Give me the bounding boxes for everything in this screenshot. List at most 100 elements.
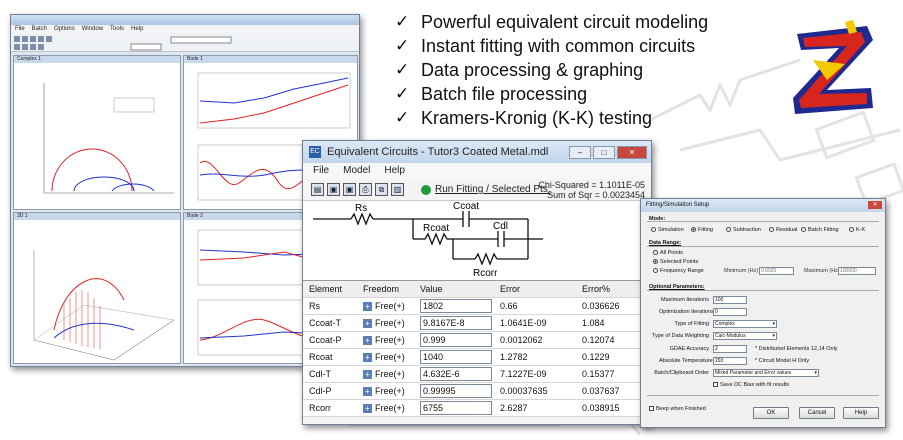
min-hz-input[interactable]: 0.0025 bbox=[759, 267, 794, 275]
toolbar: ▤ ▣ ▣ ⎙ ⧉ ▥ Run Fitting / Selected Pts. … bbox=[303, 179, 651, 201]
value-input[interactable]: 6755 bbox=[420, 401, 492, 415]
table-header: Element Freedom Value Error Error% bbox=[303, 281, 651, 298]
open-icon[interactable]: ▤ bbox=[311, 183, 324, 196]
plus-icon[interactable]: + bbox=[363, 369, 372, 379]
mode-subtraction[interactable]: Subtraction bbox=[726, 227, 761, 233]
chevron-down-icon: ▾ bbox=[814, 370, 817, 376]
freedom-cell[interactable]: + Free(+) bbox=[363, 335, 418, 345]
help-button[interactable]: Help bbox=[843, 407, 879, 419]
menu-item[interactable]: Help bbox=[131, 25, 143, 34]
freedom-cell[interactable]: + Free(+) bbox=[363, 352, 418, 362]
mode-residual[interactable]: Residual bbox=[769, 227, 797, 233]
max-iter-label: Maximum Iterations bbox=[661, 297, 709, 303]
fit-type-select[interactable]: Complex ▾ bbox=[713, 320, 777, 328]
freedom-cell[interactable]: + Free(+) bbox=[363, 318, 418, 328]
menu-item[interactable]: Options bbox=[54, 25, 75, 34]
label-rcoat: Rcoat bbox=[423, 223, 449, 234]
title-bar[interactable]: Fitting/Simulation Setup ✕ bbox=[641, 199, 885, 212]
chi-squared: Chi-Squared = 1.1011E-05 bbox=[538, 180, 645, 190]
export-icon[interactable]: ▥ bbox=[391, 183, 404, 196]
mode-simulation[interactable]: Simulation bbox=[651, 227, 684, 233]
plus-icon[interactable]: + bbox=[363, 386, 372, 396]
save-icon[interactable]: ▣ bbox=[327, 183, 340, 196]
copy-icon[interactable]: ⧉ bbox=[375, 183, 388, 196]
menu-bar: File Model Help bbox=[303, 163, 651, 179]
maximize-button[interactable]: □ bbox=[593, 145, 615, 159]
table-row[interactable]: Rs + Free(+) 1802 0.66 0.036626 bbox=[303, 298, 651, 315]
menu-model[interactable]: Model bbox=[343, 163, 370, 179]
value-cell: 0.99995 bbox=[418, 384, 494, 398]
close-button[interactable]: ✕ bbox=[868, 201, 882, 209]
error-cell: 1.2782 bbox=[500, 352, 528, 362]
table-row[interactable]: Cdl-T + Free(+) 4.632E-6 7.1227E-09 0.15377 bbox=[303, 366, 651, 383]
error-pct-cell: 0.037637 bbox=[582, 386, 620, 396]
run-fitting-button[interactable]: Run Fitting / Selected Pts. bbox=[421, 184, 551, 195]
value-input[interactable]: 0.999 bbox=[420, 333, 492, 347]
close-button[interactable]: ✕ bbox=[617, 145, 647, 159]
error-cell: 0.66 bbox=[500, 301, 518, 311]
menu-item[interactable]: Batch bbox=[32, 25, 47, 34]
gdae-input[interactable]: 2 bbox=[713, 345, 747, 353]
temp-input[interactable]: 293 bbox=[713, 357, 747, 365]
freedom-cell[interactable]: + Free(+) bbox=[363, 403, 418, 413]
value-input[interactable]: 1040 bbox=[420, 350, 492, 364]
element-cell: Ccoat-T bbox=[309, 318, 342, 328]
fit-statistics: Chi-Squared = 1.1011E-05 Sum of Sqr = 0.… bbox=[538, 180, 645, 200]
table-row[interactable]: Rcorr + Free(+) 6755 2.6287 0.038915 bbox=[303, 400, 651, 417]
print-icon[interactable]: ⎙ bbox=[359, 183, 372, 196]
value-input[interactable]: 9.8167E-8 bbox=[420, 316, 492, 330]
max-iter-input[interactable]: 100 bbox=[713, 296, 747, 304]
weight-select[interactable]: Calc-Modulus ▾ bbox=[713, 332, 777, 340]
plus-icon[interactable]: + bbox=[363, 301, 372, 311]
title-bar[interactable] bbox=[11, 15, 359, 25]
batch-select[interactable]: Mixed Parameter and Error values ▾ bbox=[713, 369, 819, 377]
beep-checkbox[interactable]: Beep when Finished bbox=[649, 406, 706, 412]
menu-item[interactable]: Window bbox=[82, 25, 103, 34]
table-row[interactable]: Ccoat-P + Free(+) 0.999 0.0012062 0.12074 bbox=[303, 332, 651, 349]
value-input[interactable]: 4.632E-6 bbox=[420, 367, 492, 381]
freedom-cell[interactable]: + Free(+) bbox=[363, 301, 418, 311]
max-hz-input[interactable]: 100000 bbox=[838, 267, 876, 275]
circuit-diagram[interactable]: Rs Ccoat Rcoat Cdl Rcorr bbox=[303, 201, 651, 281]
range-selected-points[interactable]: Selected Points bbox=[653, 259, 698, 265]
table-row[interactable]: Rcoat + Free(+) 1040 1.2782 0.1229 bbox=[303, 349, 651, 366]
menu-item[interactable]: File bbox=[15, 25, 25, 34]
title-bar[interactable]: EC Equivalent Circuits - Tutor3 Coated M… bbox=[303, 141, 651, 163]
check-icon: ✓ bbox=[395, 84, 410, 103]
freedom-cell[interactable]: + Free(+) bbox=[363, 386, 418, 396]
range-all-points[interactable]: All Points bbox=[653, 250, 683, 256]
value-input[interactable]: 0.99995 bbox=[420, 384, 492, 398]
table-row[interactable]: Ccoat-T + Free(+) 9.8167E-8 1.0641E-09 1.084 bbox=[303, 315, 651, 332]
error-pct-cell: 0.1229 bbox=[582, 352, 610, 362]
opt-iter-input[interactable]: 0 bbox=[713, 308, 747, 316]
menu-file[interactable]: File bbox=[313, 163, 329, 179]
feature-item: ✓ Batch file processing bbox=[395, 83, 588, 104]
plus-icon[interactable]: + bbox=[363, 318, 372, 328]
temp-label: Absolute Temperature bbox=[659, 358, 713, 364]
menu-item[interactable]: Tools bbox=[110, 25, 124, 34]
3d-plot-pane: 3D 1 bbox=[13, 212, 181, 364]
freedom-cell[interactable]: + Free(+) bbox=[363, 369, 418, 379]
mode-fitting[interactable]: Fitting bbox=[691, 227, 713, 233]
plus-icon[interactable]: + bbox=[363, 403, 372, 413]
fit-type-label: Type of Fitting bbox=[674, 321, 709, 327]
cancel-button[interactable]: Cancel bbox=[799, 407, 835, 419]
plus-icon[interactable]: + bbox=[363, 352, 372, 362]
menu-help[interactable]: Help bbox=[384, 163, 405, 179]
ok-button[interactable]: OK bbox=[753, 407, 789, 419]
mode-kk[interactable]: K-K bbox=[849, 227, 865, 233]
element-cell: Rcoat bbox=[309, 352, 333, 362]
error-cell: 1.0641E-09 bbox=[500, 318, 547, 328]
plus-icon[interactable]: + bbox=[363, 335, 372, 345]
mode-batch-fitting[interactable]: Batch Fitting bbox=[801, 227, 839, 233]
range-frequency[interactable]: Frequency Range bbox=[653, 268, 704, 274]
value-input[interactable]: 1802 bbox=[420, 299, 492, 313]
minimize-button[interactable]: – bbox=[569, 145, 591, 159]
max-hz-label: Maximum (Hz) bbox=[804, 268, 840, 274]
toolbar-icons[interactable] bbox=[11, 34, 359, 52]
table-row[interactable]: Cdl-P + Free(+) 0.99995 0.00037635 0.037637 bbox=[303, 383, 651, 400]
dc-bias-checkbox[interactable]: Save DC Bias with fit results bbox=[713, 382, 789, 388]
chevron-down-icon: ▾ bbox=[772, 333, 775, 339]
temp-note: * Circuit Model H Only bbox=[755, 358, 810, 364]
save-as-icon[interactable]: ▣ bbox=[343, 183, 356, 196]
